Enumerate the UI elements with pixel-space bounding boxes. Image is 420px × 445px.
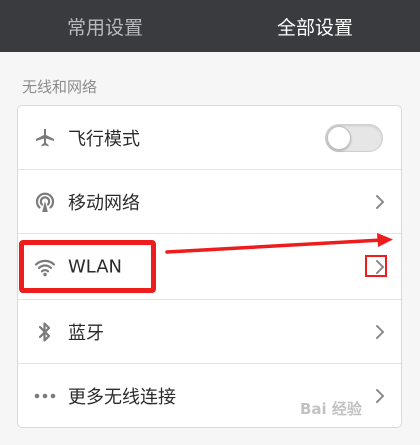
settings-row-label: 更多无线连接 [68, 387, 176, 408]
airplane-mode-toggle[interactable] [325, 123, 383, 152]
top-tab-bar: 常用设置 全部设置 [0, 0, 420, 52]
bluetooth-icon [34, 321, 56, 343]
chevron-right-icon [376, 194, 384, 209]
settings-row-airplane-mode[interactable]: 飞行模式 [18, 106, 401, 170]
watermark: Bai 经验 [300, 400, 362, 418]
airplane-icon [34, 127, 56, 149]
settings-row-label: 飞行模式 [68, 128, 140, 150]
annotation-highlight-chevron [365, 255, 387, 277]
tab-common-settings[interactable]: 常用设置 [0, 0, 210, 52]
toggle-knob [327, 125, 351, 150]
section-title-wireless-network: 无线和网络 [22, 78, 98, 96]
settings-row-mobile-network[interactable]: 移动网络 [18, 170, 401, 234]
cellular-signal-icon [34, 191, 56, 213]
settings-row-bluetooth[interactable]: 蓝牙 [18, 300, 401, 364]
annotation-highlight-wlan [19, 240, 156, 293]
chevron-right-icon [376, 324, 384, 339]
settings-row-label: 蓝牙 [68, 322, 104, 344]
settings-row-label: 移动网络 [68, 192, 140, 214]
tab-all-settings[interactable]: 全部设置 [210, 0, 420, 52]
chevron-right-icon [376, 389, 384, 403]
more-dots-icon [34, 385, 56, 407]
